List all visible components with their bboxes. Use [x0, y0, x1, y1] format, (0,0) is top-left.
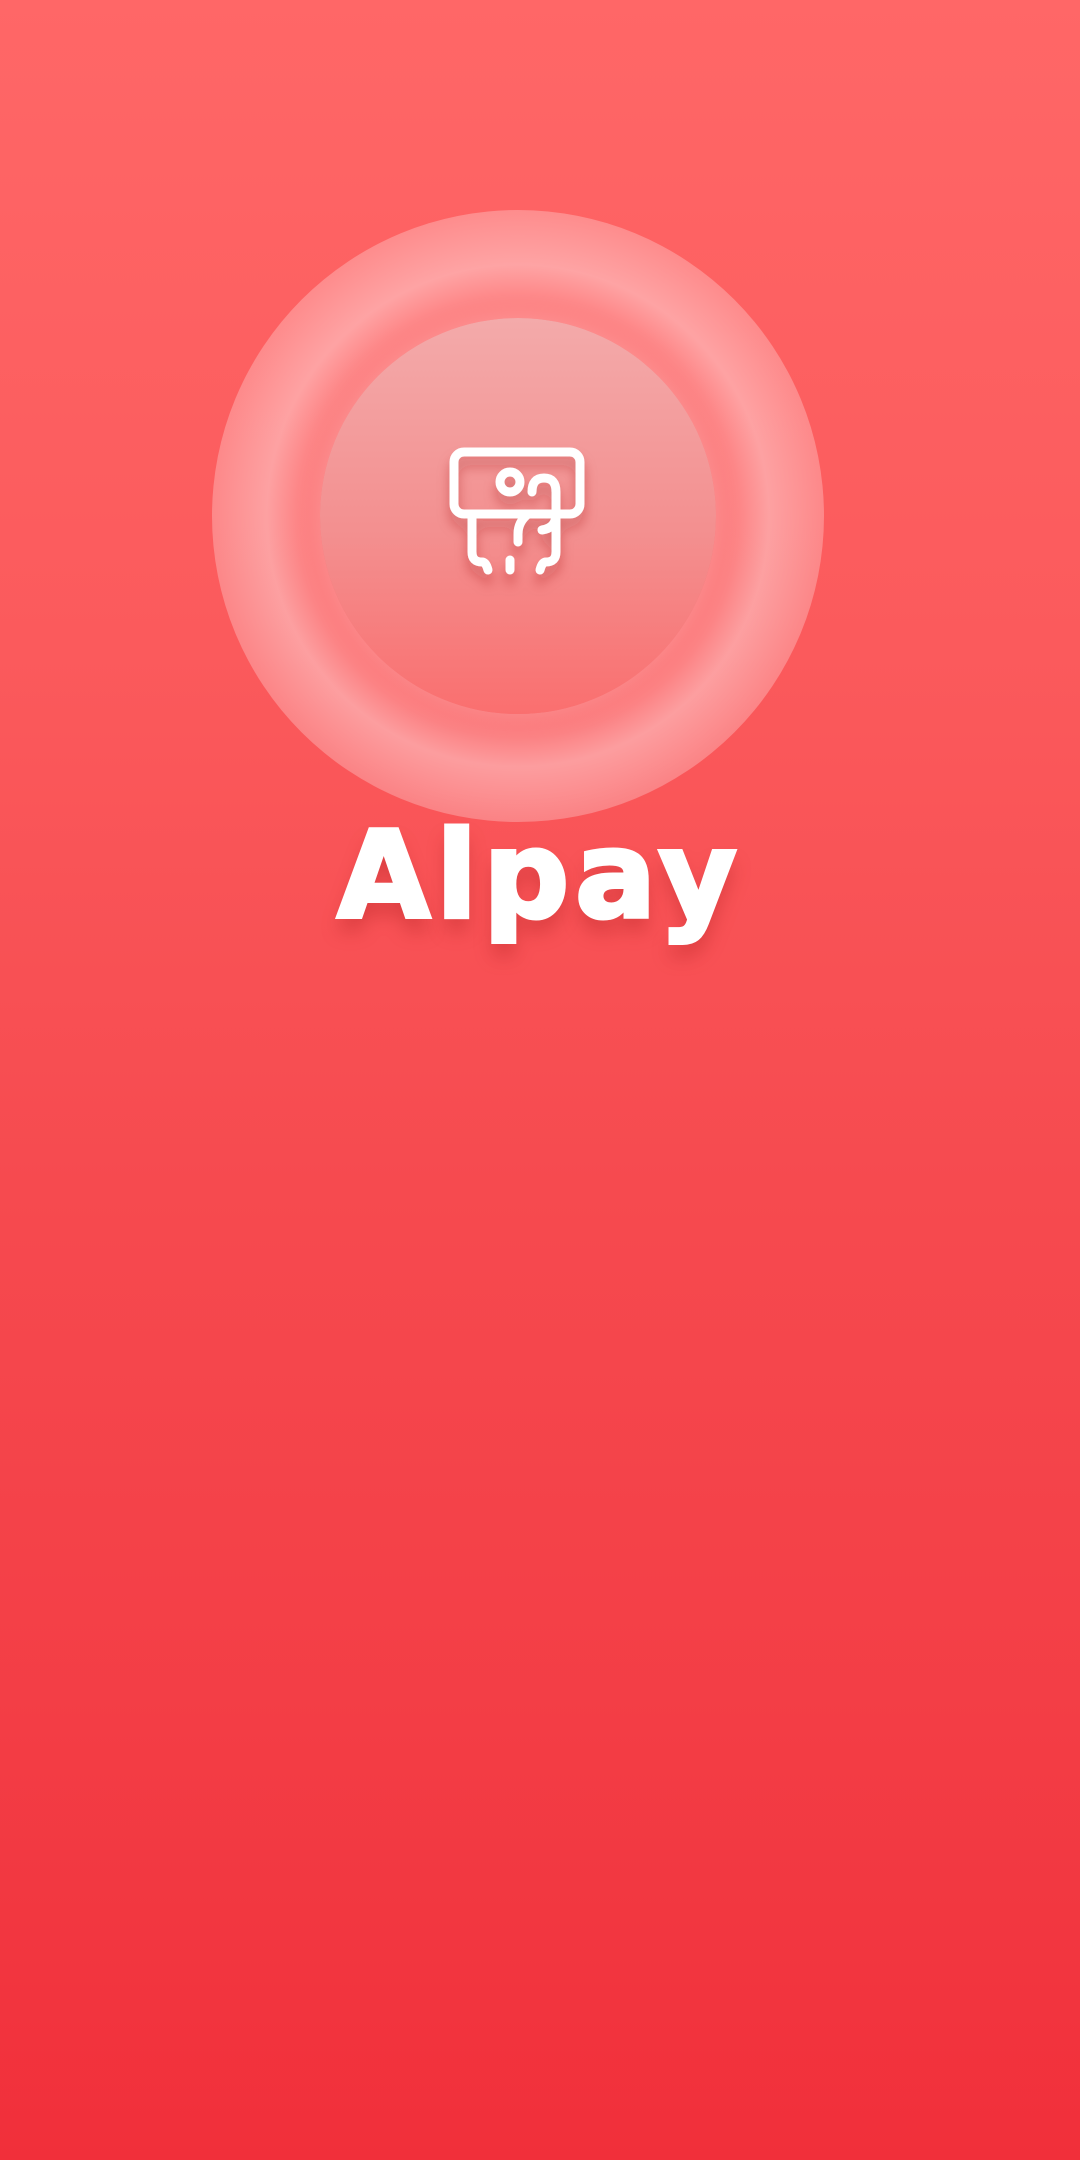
app-title: Alpay — [335, 807, 743, 946]
splash-screen: Alpay — [0, 0, 1080, 2160]
receipt-question-icon-graphic — [449, 447, 585, 575]
receipt-question-icon — [446, 444, 590, 588]
